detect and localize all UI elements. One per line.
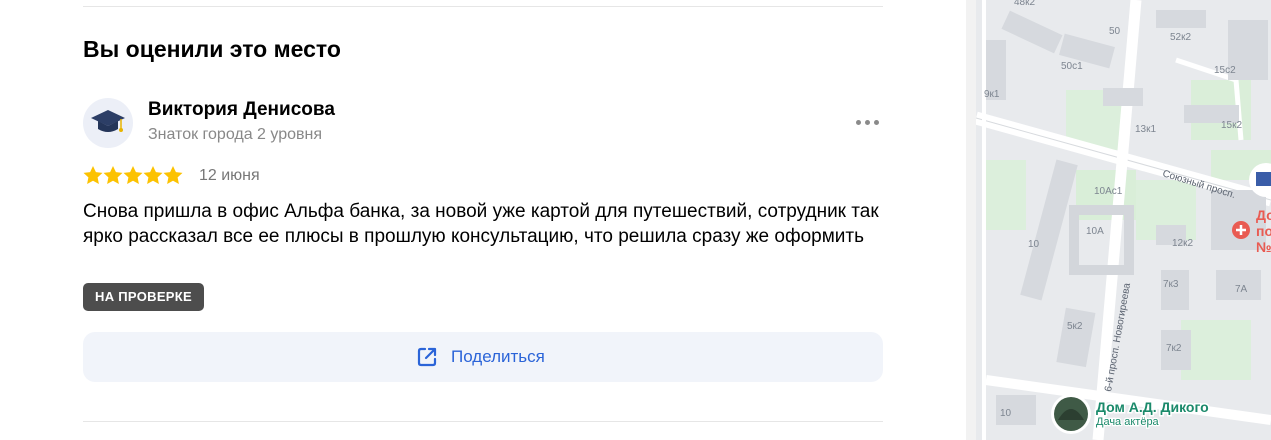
map[interactable]: 48к2 50 52к2 50с1 15с2 9к1 13к1 15к2 10А… (976, 0, 1271, 440)
author-name[interactable]: Виктория Денисова (148, 99, 335, 121)
section-title: Вы оценили это место (83, 36, 341, 62)
map-building-label: 10Ас1 (1094, 186, 1123, 197)
star-icon (103, 166, 123, 190)
map-building-label: 15с2 (1214, 65, 1236, 76)
map-building-label: 52к2 (1170, 32, 1191, 43)
star-icon (83, 166, 103, 190)
map-poi-clinic-label: по (1256, 223, 1271, 239)
divider (83, 6, 883, 7)
review-panel: Вы оценили это место Виктория Денисова З… (0, 0, 966, 440)
share-icon (417, 347, 437, 367)
map-building-label: 5к2 (1067, 321, 1083, 332)
map-building-label: 15к2 (1221, 120, 1242, 131)
map-poi-clinic-label: № (1256, 239, 1271, 255)
author-level: Знаток города 2 уровня (148, 126, 323, 143)
map-poi-clinic-label: До (1256, 207, 1271, 223)
map-building-label: 7к2 (1166, 343, 1182, 354)
divider (83, 421, 883, 422)
star-icon (163, 166, 183, 190)
more-options-icon[interactable] (850, 112, 884, 132)
map-building-label: 50с1 (1061, 61, 1083, 72)
map-poi-name[interactable]: Дом А.Д. Дикого (1095, 398, 1211, 417)
map-building-label: 10 (1000, 408, 1012, 419)
star-icon (123, 166, 143, 190)
avatar[interactable] (83, 98, 133, 148)
map-building-label: 13к1 (1135, 124, 1156, 135)
graduation-cap-icon (91, 110, 125, 132)
map-poi-subtitle: Дача актёра (1096, 416, 1160, 428)
map-building-label: 7А (1235, 284, 1248, 295)
review-date: 12 июня (199, 167, 260, 184)
review-text: Снова пришла в офис Альфа банка, за ново… (83, 201, 879, 247)
map-building-label: 50 (1109, 26, 1121, 37)
map-building-label: 10А (1086, 226, 1104, 237)
map-building-label: 7к3 (1163, 279, 1179, 290)
map-building-label: 9к1 (984, 89, 1000, 100)
map-building-label: 10 (1028, 239, 1040, 250)
status-badge: НА ПРОВЕРКЕ (83, 283, 204, 311)
star-icon (143, 166, 163, 190)
share-button[interactable]: Поделиться (83, 332, 883, 382)
map-building-label: 12к2 (1172, 238, 1193, 249)
map-building-label: 48к2 (1014, 0, 1035, 8)
share-label: Поделиться (451, 347, 545, 366)
